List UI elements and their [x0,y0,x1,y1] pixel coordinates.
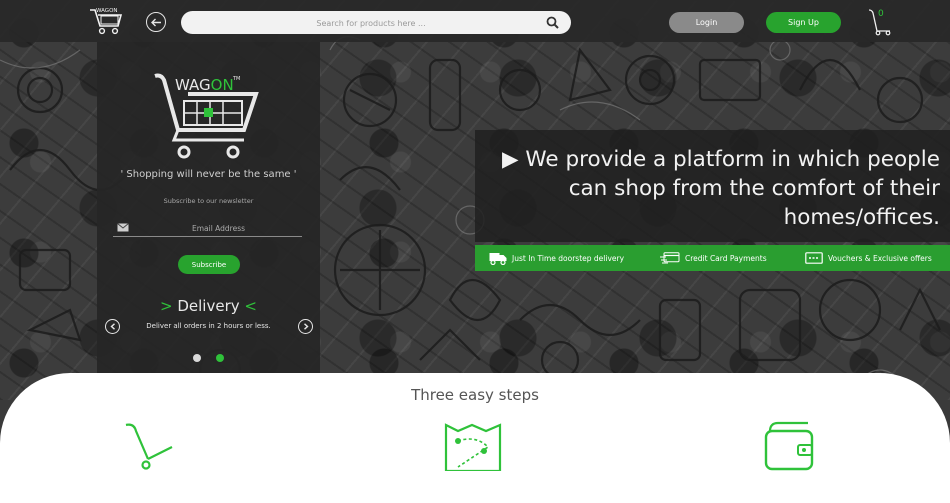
tagline: ' Shopping will never be the same ' [120,169,297,180]
search-icon[interactable] [546,16,559,29]
hand-truck-icon [125,423,173,470]
mail-icon [117,223,129,232]
search-input[interactable] [201,12,541,35]
carousel-dot-2[interactable] [216,354,224,362]
svg-text:TM: TM [232,76,240,82]
chevron-left-icon [109,323,115,330]
carousel-next-button[interactable] [298,319,313,334]
steps-title: Three easy steps [411,386,539,404]
carousel-dot-1[interactable] [193,354,201,362]
arrow-left-icon [150,18,161,26]
newsletter-label: Subscribe to our newsletter [163,197,254,205]
feature-payments: Credit Card Payments [660,245,767,271]
login-button[interactable]: Login [669,12,744,33]
voucher-icon [805,252,823,264]
features-bar: Just In Time doorstep delivery Credit Ca… [475,245,950,271]
feature-vouchers-label: Vouchers & Exclusive offers [828,253,932,263]
top-navigation-bar: WAGON Login Sign Up 0 [0,0,950,42]
slide-description: Deliver all orders in 2 hours or less. [146,322,271,330]
chevron-right-icon [303,323,309,330]
three-steps-section: Three easy steps [0,373,950,503]
email-field-wrapper [113,220,302,237]
cart-count-badge: 0 [878,9,884,19]
search-bar [181,11,571,35]
back-button[interactable] [146,12,166,32]
newsletter-panel: WAGON TM ' Shopping will never be the sa… [97,42,320,373]
svg-text:WAGON: WAGON [175,76,234,94]
wagon-logo: WAGON TM [154,73,259,159]
wagon-logo-small[interactable]: WAGON [88,5,124,37]
svg-text:WAGON: WAGON [96,8,118,14]
email-field[interactable] [135,220,302,236]
wallet-icon [764,421,814,471]
signup-button[interactable]: Sign Up [766,12,841,33]
carousel-prev-button[interactable] [105,319,120,334]
slide-title: > Delivery < [160,297,257,315]
credit-card-icon [660,252,680,264]
promo-text: ▶ We provide a platform in which people … [502,147,940,230]
truck-icon [489,253,507,265]
promo-banner: ▶ We provide a platform in which people … [475,130,950,242]
subscribe-button[interactable]: Subscribe [178,255,240,274]
feature-delivery-label: Just In Time doorstep delivery [512,253,625,263]
feature-payments-label: Credit Card Payments [685,253,767,263]
feature-delivery: Just In Time doorstep delivery [489,245,624,271]
map-route-icon [444,423,502,471]
feature-vouchers: Vouchers & Exclusive offers [805,245,932,271]
